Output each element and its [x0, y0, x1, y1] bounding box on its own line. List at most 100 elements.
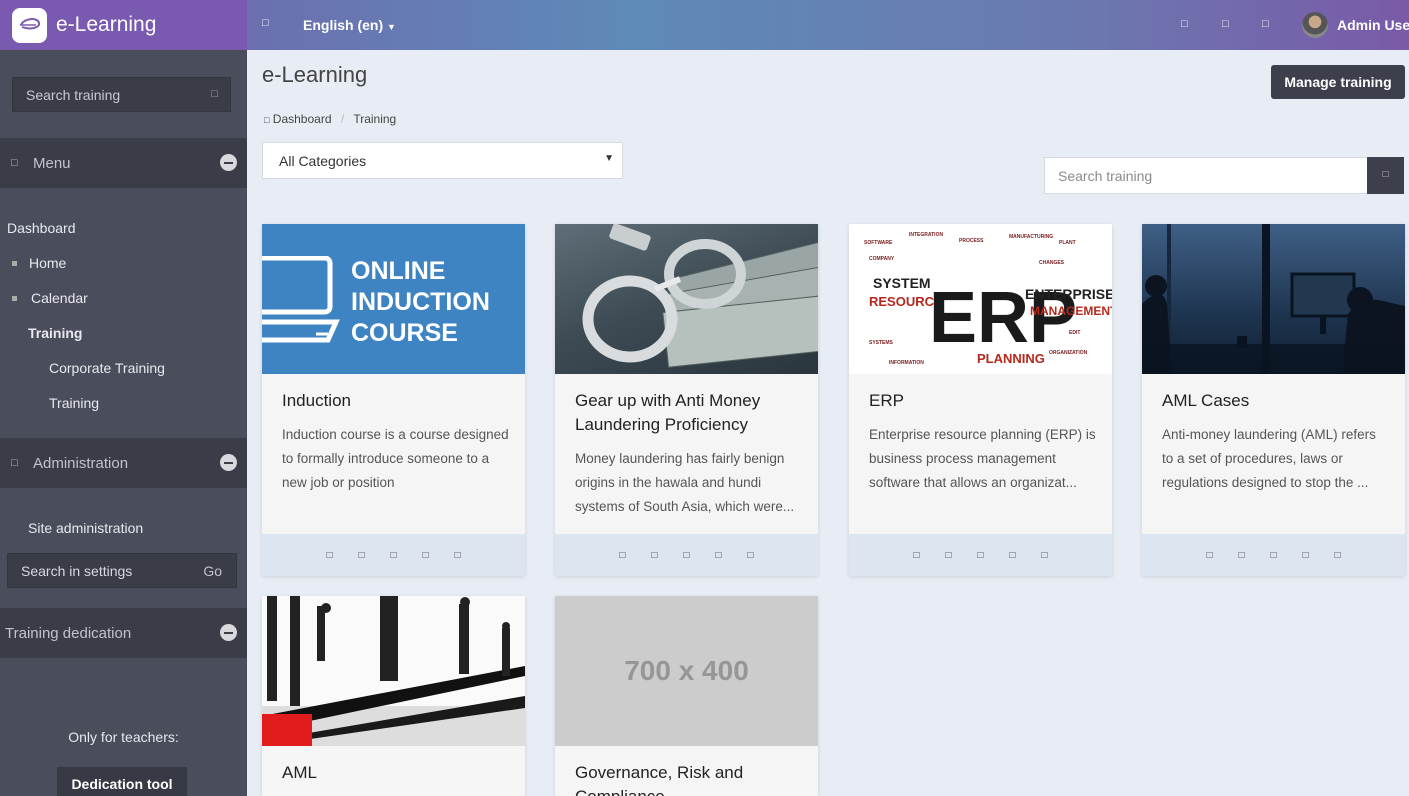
settings-search-input[interactable]: Search in settings Go — [7, 553, 237, 588]
enrol-icon[interactable]: □ — [1237, 550, 1247, 561]
sidebar-item-home[interactable]: Home — [29, 255, 66, 271]
language-menu[interactable]: English (en) ▼ — [303, 17, 396, 33]
course-card-aml[interactable]: AML — [262, 596, 525, 796]
user-menu[interactable]: Admin User — [1337, 17, 1409, 33]
svg-text:PLANT: PLANT — [1059, 240, 1076, 246]
view-icon[interactable]: □ — [1205, 550, 1215, 561]
course-image[interactable] — [262, 596, 525, 746]
brand-title: e-Learning — [56, 13, 157, 36]
word-management: MANAGEMENT — [1030, 304, 1112, 318]
business-people-blocks-image — [262, 596, 525, 746]
course-description: Induction course is a course designed to… — [282, 427, 509, 490]
collapse-icon[interactable] — [220, 154, 237, 171]
sidebar-item-dashboard[interactable]: Dashboard — [7, 220, 76, 236]
course-title[interactable]: Governance, Risk and Compliance — [575, 761, 803, 796]
settings-icon[interactable]: □ — [421, 550, 431, 561]
course-description: Anti-money laundering (AML) refers to a … — [1162, 427, 1376, 490]
course-title[interactable]: AML — [282, 761, 510, 785]
sidebar-item-training[interactable]: Training — [28, 325, 82, 341]
sidebar-item-training-sub[interactable]: Training — [49, 395, 99, 411]
language-label: English (en) — [303, 17, 384, 33]
users-icon[interactable]: □ — [389, 550, 399, 561]
dedication-block-header[interactable]: Training dedication — [0, 608, 247, 658]
svg-text:COMPANY: COMPANY — [869, 256, 895, 262]
collapse-icon[interactable] — [220, 454, 237, 471]
course-card-anti-money-laundering[interactable]: Gear up with Anti Money Laundering Profi… — [555, 224, 818, 576]
avatar[interactable] — [1302, 12, 1328, 38]
course-image-placeholder[interactable]: 700 x 400 — [555, 596, 818, 746]
users-icon[interactable]: □ — [976, 550, 986, 561]
course-title[interactable]: Gear up with Anti Money Laundering Profi… — [575, 389, 803, 437]
laptop-icon — [262, 256, 340, 343]
enrol-icon[interactable]: □ — [357, 550, 367, 561]
administration-heading: Administration — [33, 454, 129, 472]
enrol-icon[interactable]: □ — [944, 550, 954, 561]
course-card-induction[interactable]: ONLINE INDUCTION COURSE Induction Induct… — [262, 224, 525, 576]
course-image[interactable]: SOFTWARE INTEGRATION PROCESS MANUFACTURING… — [849, 224, 1112, 374]
collapse-icon[interactable] — [220, 624, 237, 641]
settings-icon[interactable]: □ — [714, 550, 724, 561]
settings-search-placeholder: Search in settings — [21, 563, 133, 579]
course-title[interactable]: ERP — [869, 389, 1097, 413]
manage-training-button[interactable]: Manage training — [1271, 65, 1405, 99]
sidebar-search-placeholder: Search training — [26, 87, 121, 103]
notification-icon[interactable]: □ — [1181, 18, 1188, 30]
settings-icon[interactable]: □ — [1301, 550, 1311, 561]
search-icon[interactable]: □ — [211, 88, 218, 100]
users-icon[interactable]: □ — [1269, 550, 1279, 561]
sidebar-item-calendar[interactable]: Calendar — [31, 290, 88, 306]
search-button[interactable]: □ — [1367, 157, 1404, 194]
course-card-erp[interactable]: SOFTWARE INTEGRATION PROCESS MANUFACTURING… — [849, 224, 1112, 576]
course-card-governance[interactable]: 700 x 400 Governance, Risk and Complianc… — [555, 596, 818, 796]
administration-block-header[interactable]: □ Administration — [0, 438, 247, 488]
svg-text:INFORMATION: INFORMATION — [889, 360, 924, 366]
view-icon[interactable]: □ — [912, 550, 922, 561]
course-description: Money laundering has fairly benign origi… — [575, 451, 795, 514]
word-enterprise: ENTERPRISE — [1025, 286, 1112, 302]
settings-icon[interactable]: □ — [1008, 550, 1018, 561]
dedication-tool-button[interactable]: Dedication tool — [57, 767, 187, 796]
bars-icon[interactable]: □ — [262, 17, 269, 29]
sidebar-item-corporate-training[interactable]: Corporate Training — [49, 360, 165, 376]
view-icon[interactable]: □ — [325, 550, 335, 561]
svg-text:PROCESS: PROCESS — [959, 238, 984, 244]
info-icon[interactable]: □ — [1333, 550, 1343, 561]
menu-icon: □ — [11, 157, 18, 169]
breadcrumb-training[interactable]: Training — [353, 112, 396, 126]
course-image[interactable] — [555, 224, 818, 374]
svg-text:CHANGES: CHANGES — [1039, 260, 1065, 266]
course-description: Enterprise resource planning (ERP) is bu… — [869, 427, 1096, 490]
breadcrumb-separator: / — [340, 112, 345, 126]
breadcrumb-dashboard[interactable]: Dashboard — [273, 112, 332, 126]
settings-go-button[interactable]: Go — [203, 563, 222, 579]
logo-icon — [12, 7, 47, 43]
handcuffs-money-image — [582, 224, 818, 368]
menu-block-header[interactable]: □ Menu — [0, 138, 247, 188]
enrol-icon[interactable]: □ — [650, 550, 660, 561]
course-image[interactable]: ONLINE INDUCTION COURSE — [262, 224, 525, 374]
category-select[interactable]: All Categories ▼ — [262, 142, 623, 179]
sidebar-item-site-administration[interactable]: Site administration — [28, 520, 143, 536]
course-card-aml-cases[interactable]: AML Cases Anti-money laundering (AML) re… — [1142, 224, 1405, 576]
users-icon[interactable]: □ — [682, 550, 692, 561]
info-icon[interactable]: □ — [1040, 550, 1050, 561]
grid-icon[interactable]: □ — [1262, 18, 1269, 30]
svg-text:SOFTWARE: SOFTWARE — [864, 240, 893, 246]
caret-down-icon: ▼ — [387, 22, 396, 32]
info-icon[interactable]: □ — [746, 550, 756, 561]
sidebar: Search training □ □ Menu Dashboard Home … — [0, 50, 247, 796]
view-icon[interactable]: □ — [618, 550, 628, 561]
breadcrumb: □ Dashboard / Training — [264, 112, 396, 126]
menu-heading: Menu — [33, 154, 71, 172]
brand[interactable]: e-Learning — [0, 0, 247, 50]
course-title[interactable]: AML Cases — [1162, 389, 1390, 413]
word-system: SYSTEM — [873, 275, 931, 291]
message-icon[interactable]: □ — [1222, 18, 1229, 30]
course-title[interactable]: Induction — [282, 389, 510, 413]
training-search-input[interactable]: Search training — [1044, 157, 1368, 194]
sidebar-search-input[interactable]: Search training □ — [12, 77, 231, 112]
caption-line: ONLINE — [351, 257, 446, 285]
course-image[interactable] — [1142, 224, 1405, 374]
info-icon[interactable]: □ — [453, 550, 463, 561]
course-actions: □ □ □ □ □ — [1142, 534, 1405, 576]
